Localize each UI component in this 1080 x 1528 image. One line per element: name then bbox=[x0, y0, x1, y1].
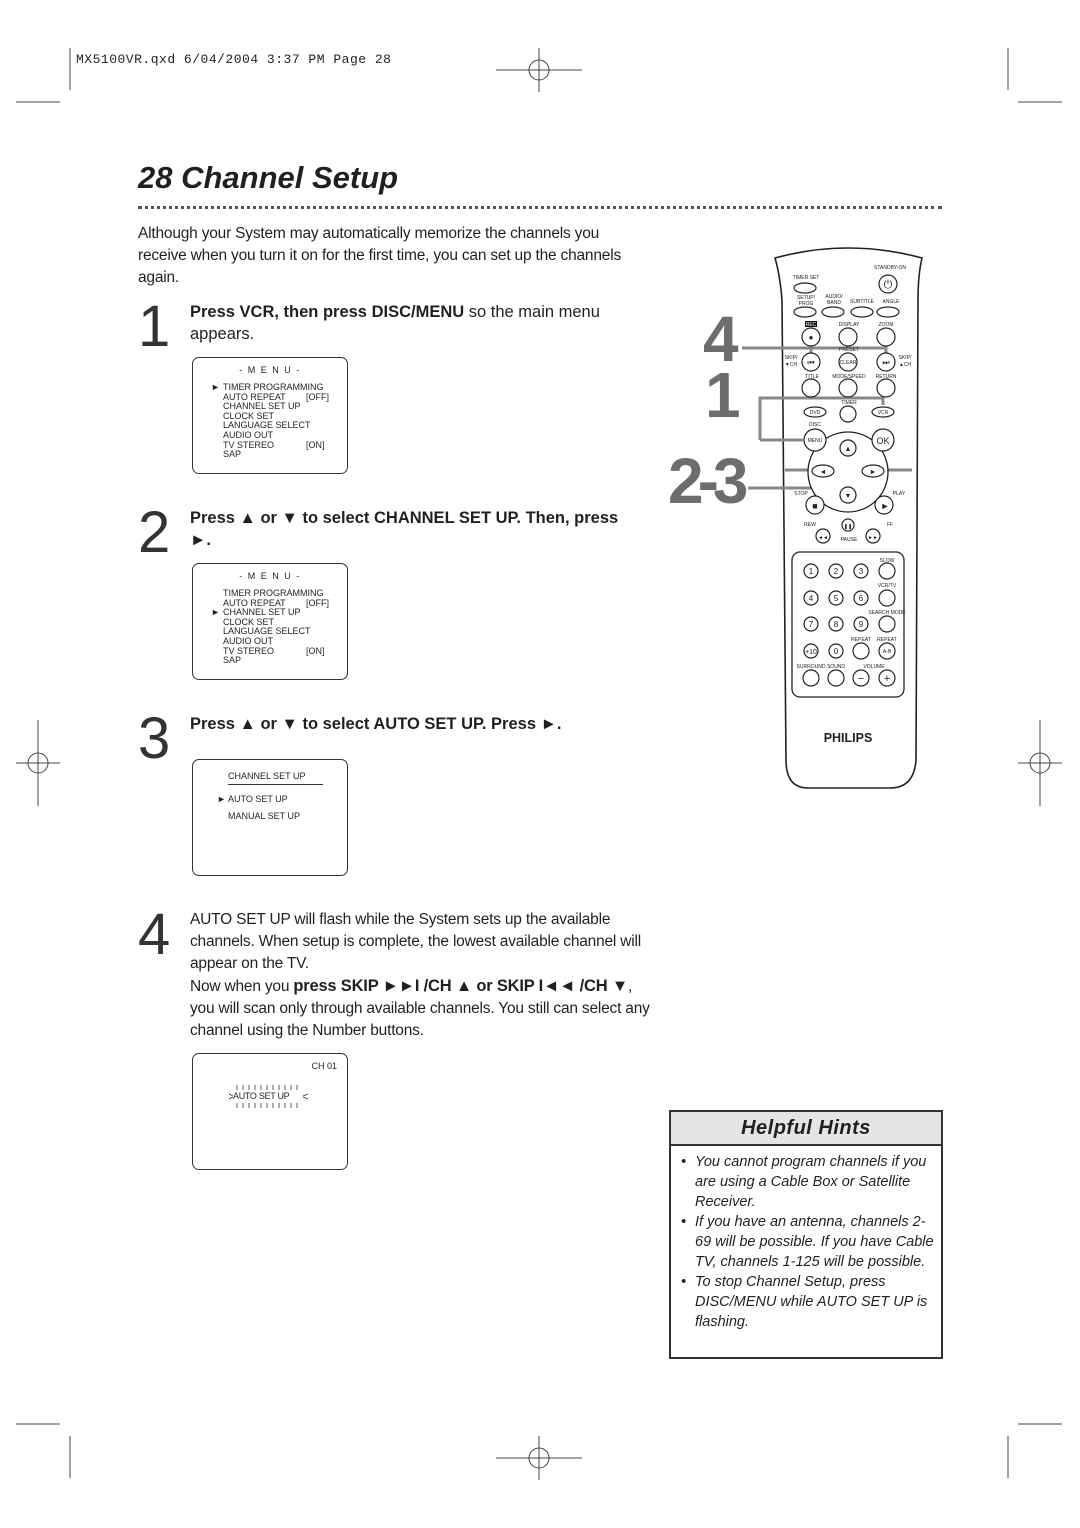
record-dot-icon: ● bbox=[809, 333, 814, 342]
remote-label: CLEAR bbox=[840, 360, 857, 366]
remote-label: REPEAT bbox=[851, 637, 871, 643]
remote-label: PRESET bbox=[839, 347, 859, 353]
remote-label: SKIP/ bbox=[785, 355, 798, 361]
remote-label: PLAY bbox=[893, 491, 906, 497]
setup-button[interactable] bbox=[793, 306, 817, 318]
vcr-tv-button[interactable] bbox=[878, 589, 896, 607]
remote-label: DISC bbox=[809, 422, 821, 428]
remote-label: REC bbox=[806, 322, 817, 328]
channel-number: CH 01 bbox=[311, 1061, 337, 1071]
skip-prev-icon: ⏮ bbox=[807, 358, 814, 367]
remote-label: SLOW bbox=[880, 558, 895, 564]
remote-label: 4 bbox=[809, 594, 814, 603]
down-arrow-icon: ▼ bbox=[845, 493, 852, 500]
text: Now when you bbox=[190, 978, 294, 995]
search-mode-button[interactable] bbox=[878, 615, 896, 633]
remote-label: 8 bbox=[834, 620, 839, 629]
remote-label: BAND bbox=[827, 300, 841, 306]
remote-label: VOLUME bbox=[863, 664, 885, 670]
repeat-button[interactable] bbox=[852, 642, 870, 660]
remote-label: REW bbox=[804, 522, 816, 528]
remote-label: MODE/SPEED bbox=[832, 374, 866, 380]
remote-label: TITLE bbox=[805, 374, 819, 380]
remote-label: 5 bbox=[834, 594, 839, 603]
up-arrow-icon: ▲ bbox=[845, 446, 852, 453]
hints-title: Helpful Hints bbox=[671, 1112, 941, 1146]
angle-button[interactable] bbox=[876, 306, 900, 318]
remote-label: ▼CH bbox=[785, 362, 798, 368]
subtitle-button[interactable] bbox=[850, 306, 874, 318]
remote-label: ANGLE bbox=[883, 299, 901, 305]
step-4-paragraph-2: Now when you press SKIP ►►I /CH ▲ or SKI… bbox=[190, 975, 660, 1042]
remote-label: OK bbox=[876, 436, 889, 446]
fast-forward-icon: ►► bbox=[868, 535, 878, 541]
remote-label: TIMER SET bbox=[793, 275, 820, 281]
remote-label: A-B bbox=[883, 649, 892, 655]
hint-item: To stop Channel Setup, press DISC/MENU w… bbox=[681, 1272, 941, 1332]
remote-label: SEARCH MODE bbox=[868, 610, 906, 616]
mode-speed-button[interactable] bbox=[838, 378, 858, 398]
remote-label: ▲CH bbox=[899, 362, 912, 368]
remote-label: 7 bbox=[809, 620, 814, 629]
manual-page: MX5100VR.qxd 6/04/2004 3:37 PM Page 28 2… bbox=[0, 0, 1080, 1528]
step-4-paragraph: AUTO SET UP will flash while the System … bbox=[190, 911, 641, 972]
remote-label: SOUND bbox=[827, 664, 845, 670]
pause-icon: ❚❚ bbox=[844, 524, 852, 530]
title-button[interactable] bbox=[801, 378, 821, 398]
remote-label: 0 bbox=[834, 647, 839, 656]
remote-label: 1 bbox=[809, 567, 814, 576]
timer-button[interactable] bbox=[839, 405, 857, 423]
slow-button[interactable] bbox=[878, 562, 896, 580]
remote-label: STANDBY-ON bbox=[874, 265, 906, 271]
hint-item: If you have an antenna, channels 2-69 wi… bbox=[681, 1212, 941, 1272]
remote-label: SUBTITLE bbox=[850, 299, 875, 305]
remote-label: ZOOM bbox=[879, 322, 894, 328]
remote-label: RETURN bbox=[876, 374, 897, 380]
step-4-text: AUTO SET UP will flash while the System … bbox=[190, 909, 660, 1042]
remote-label: MENU bbox=[808, 438, 823, 444]
left-arrow-icon: ◄ bbox=[820, 469, 827, 476]
remote-label: SURROUND bbox=[797, 664, 826, 670]
remote-label: VCR bbox=[878, 410, 889, 416]
flash-rays bbox=[229, 1085, 309, 1108]
minus-icon: − bbox=[858, 673, 864, 685]
plus-icon: + bbox=[884, 673, 890, 685]
tv-screen: CH 01 AUTO SET UP bbox=[192, 1053, 348, 1170]
timer-set-button[interactable] bbox=[793, 282, 817, 294]
remote-label: REPEAT bbox=[877, 637, 897, 643]
play-icon: ► bbox=[881, 501, 890, 511]
right-arrow-icon: ► bbox=[870, 469, 877, 476]
helpful-hints-box: Helpful Hints You cannot program channel… bbox=[669, 1110, 943, 1359]
return-button[interactable] bbox=[876, 378, 896, 398]
hint-item: You cannot program channels if you are u… bbox=[681, 1152, 941, 1212]
remote-label: 3 bbox=[859, 567, 864, 576]
remote-label: DISPLAY bbox=[839, 322, 860, 328]
menu-item-manual-set-up: MANUAL SET UP bbox=[228, 811, 301, 821]
surround-button[interactable] bbox=[802, 669, 820, 687]
step-number-4: 4 bbox=[138, 902, 171, 967]
audio-button[interactable] bbox=[821, 306, 845, 318]
remote-label: 9 bbox=[859, 620, 864, 629]
remote-label: FF bbox=[887, 522, 893, 528]
remote-label: STOP bbox=[794, 491, 808, 497]
remote-label: PROG bbox=[799, 301, 814, 307]
stop-icon: ■ bbox=[812, 501, 817, 511]
remote-control: ⏻●⏮ ⏭▲◄ ►▼■ ►❚❚◄◄ ►►− +STANDBY-ONTIMER SETSET… bbox=[742, 247, 923, 789]
remote-label: 2 bbox=[834, 567, 839, 576]
sound-button[interactable] bbox=[827, 669, 845, 687]
remote-label: DVD bbox=[810, 410, 821, 416]
remote-label: VCR/TV bbox=[878, 583, 897, 589]
display-button[interactable] bbox=[838, 327, 858, 347]
power-icon: ⏻ bbox=[884, 279, 893, 291]
skip-instruction: press SKIP ►►I /CH ▲ or SKIP I◄◄ /CH ▼ bbox=[293, 977, 628, 995]
remote-label: PAUSE bbox=[841, 537, 858, 543]
rewind-icon: ◄◄ bbox=[818, 535, 828, 541]
skip-next-icon: ⏭ bbox=[882, 358, 889, 367]
remote-label: 6 bbox=[859, 594, 864, 603]
remote-brand: PHILIPS bbox=[824, 731, 873, 745]
zoom-button[interactable] bbox=[876, 327, 896, 347]
remote-label: TIMER bbox=[841, 400, 857, 406]
remote-label: +10 bbox=[805, 649, 817, 656]
remote-label: SKIP/ bbox=[899, 355, 912, 361]
